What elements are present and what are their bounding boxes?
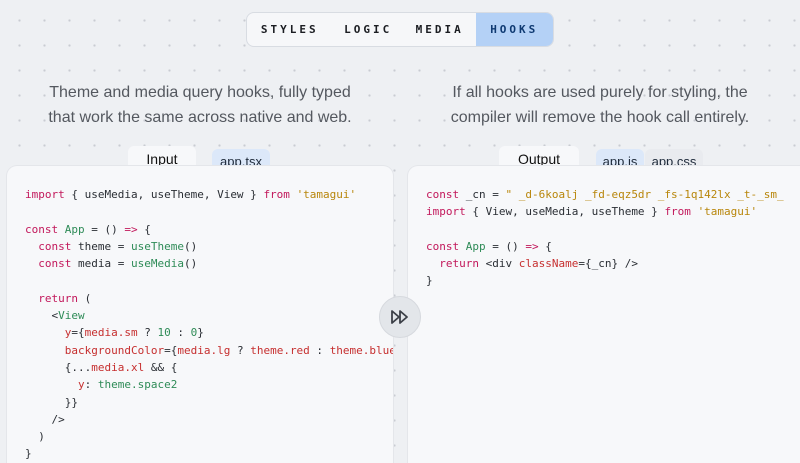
input-description-line-1: Theme and media query hooks, fully typed — [49, 84, 351, 101]
output-description: If all hooks are used purely for styling… — [410, 80, 790, 130]
fast-forward-icon — [391, 310, 408, 324]
output-description-line-2: compiler will remove the hook call entir… — [450, 109, 750, 126]
input-code: import { useMedia, useTheme, View } from… — [25, 188, 393, 461]
input-description: Theme and media query hooks, fully typed… — [10, 80, 390, 130]
compile-button[interactable] — [379, 296, 421, 338]
output-code-panel: const _cn = " _d-6koalj _fd-eqz5dr _fs-1… — [408, 166, 800, 463]
tab-styles[interactable]: STYLES — [247, 13, 332, 46]
tab-hooks[interactable]: HOOKS — [475, 13, 553, 46]
tab-logic[interactable]: LOGIC — [332, 13, 404, 46]
input-description-line-2: that work the same across native and web… — [48, 109, 352, 126]
mode-tab-bar: STYLES LOGIC MEDIA HOOKS — [246, 12, 554, 47]
output-code: const _cn = " _d-6koalj _fd-eqz5dr _fs-1… — [426, 188, 784, 288]
output-description-line-1: If all hooks are used purely for styling… — [452, 84, 748, 101]
tab-media[interactable]: MEDIA — [404, 13, 476, 46]
input-code-panel: import { useMedia, useTheme, View } from… — [7, 166, 393, 463]
